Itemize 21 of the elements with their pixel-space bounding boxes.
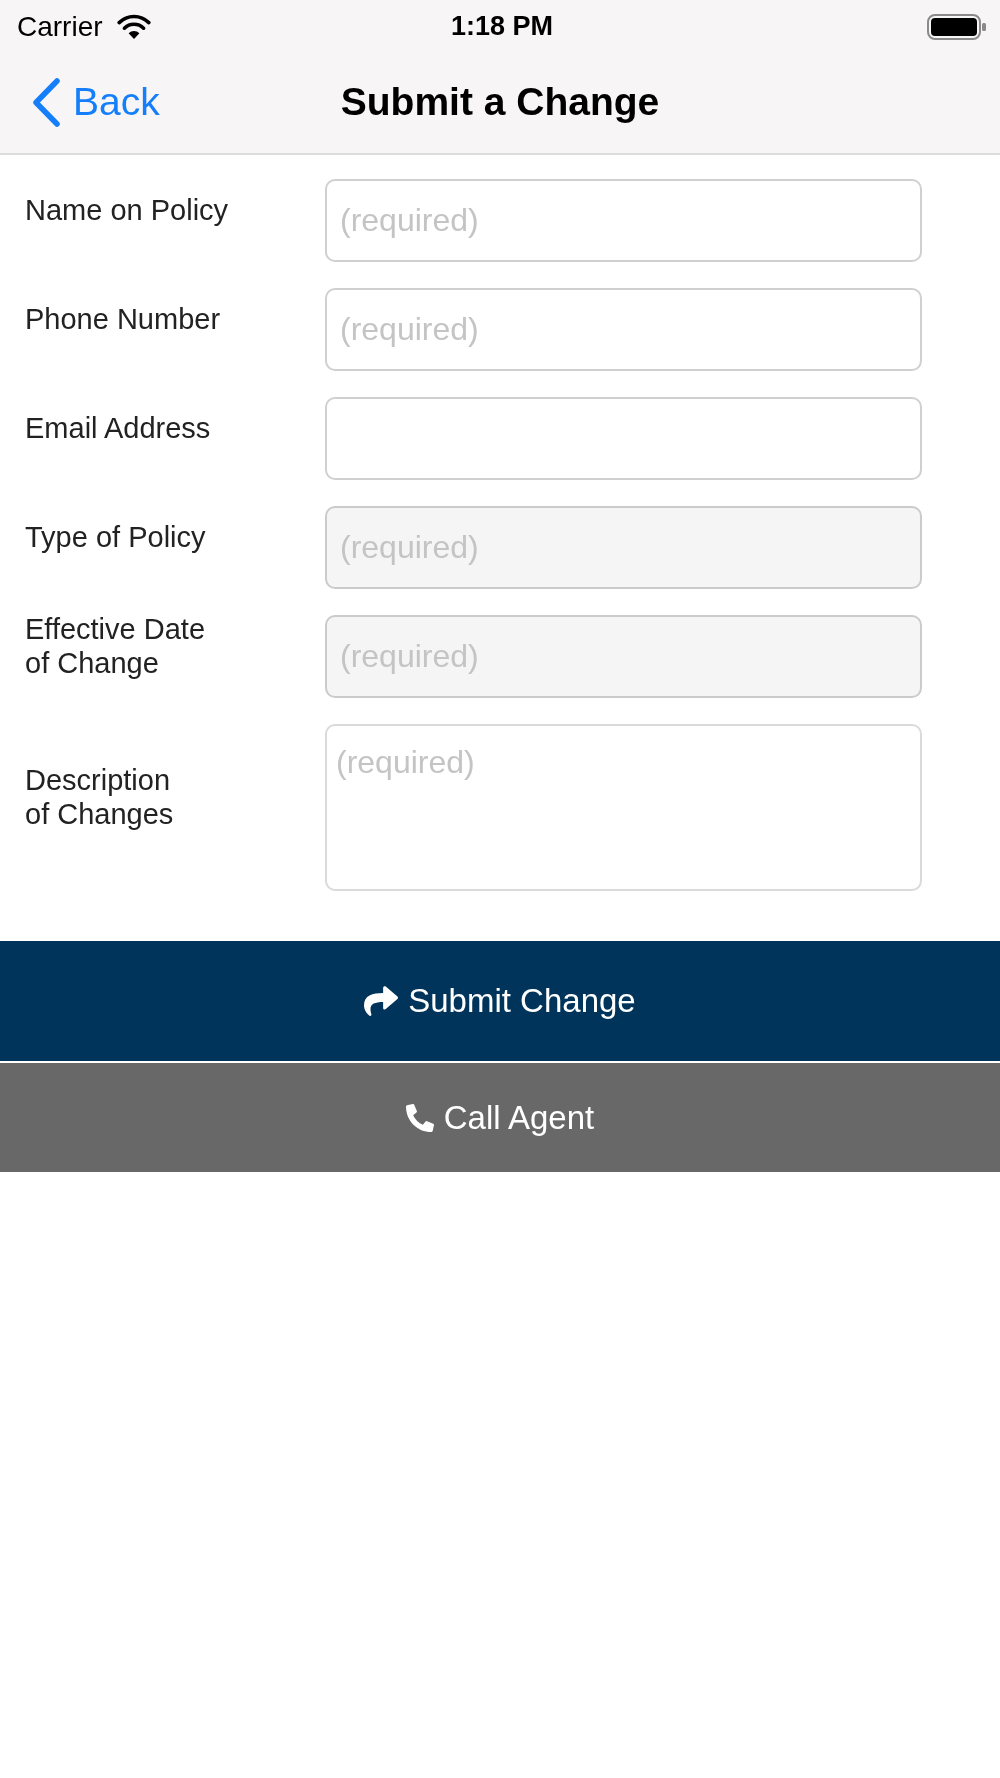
field-label: Type of Policy: [25, 519, 206, 554]
back-button[interactable]: Back: [31, 77, 160, 127]
text-field[interactable]: (required): [325, 288, 922, 371]
submit-change-button[interactable]: Submit Change: [0, 941, 1000, 1061]
field-label: Email Address: [25, 410, 211, 445]
wifi-icon: [116, 13, 151, 40]
text-field[interactable]: [325, 397, 922, 480]
screen-title: Submit a Change: [340, 80, 660, 124]
phone-icon: [405, 1103, 434, 1132]
text-area[interactable]: (required): [325, 724, 922, 891]
battery-icon: [927, 13, 987, 40]
call-agent-button[interactable]: Call Agent: [0, 1063, 1000, 1172]
status-time: 1:18 PM: [450, 11, 553, 42]
share-arrow-icon: [364, 984, 399, 1018]
field-label: Phone Number: [25, 301, 221, 336]
chevron-left-icon: [31, 77, 61, 127]
field-label: Description of Changes: [25, 762, 174, 831]
carrier-name: Carrier: [17, 10, 103, 43]
text-field[interactable]: (required): [325, 179, 922, 262]
field-label: Effective Date of Change: [25, 611, 205, 680]
field-label: Name on Policy: [25, 192, 229, 227]
